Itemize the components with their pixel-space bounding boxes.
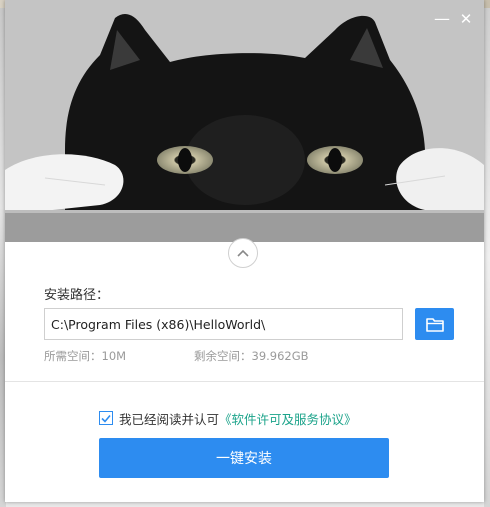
license-agreement-link[interactable]: 《软件许可及服务协议》	[219, 409, 357, 428]
divider	[5, 381, 484, 382]
one-click-install-button[interactable]: 一键安装	[99, 438, 389, 478]
minimize-icon: —	[434, 9, 450, 28]
minimize-button[interactable]: —	[432, 9, 452, 29]
agree-checkbox[interactable]	[99, 411, 113, 425]
chevron-up-icon	[237, 249, 249, 257]
folder-icon	[425, 317, 444, 332]
space-required-text: 所需空间：10M	[44, 349, 127, 363]
collapse-toggle-button[interactable]	[228, 238, 258, 268]
close-icon: ✕	[459, 10, 473, 28]
browse-folder-button[interactable]	[415, 308, 454, 340]
agreement-row: 我已经阅读并认可 《软件许可及服务协议》	[99, 409, 357, 427]
cat-banner-image	[5, 0, 484, 242]
space-free-text: 剩余空间：39.962GB	[194, 349, 309, 363]
desktop-background-right	[484, 8, 490, 507]
install-path-label: 安装路径：	[44, 288, 110, 303]
close-button[interactable]: ✕	[456, 9, 476, 29]
checkmark-icon	[101, 414, 111, 423]
agree-text: 我已经阅读并认可	[119, 411, 220, 427]
installer-window: — ✕ 安装路径： 所需空间：10M 剩余空间：39.962GB 我已经阅读并认…	[5, 0, 484, 502]
install-path-input[interactable]	[44, 308, 403, 340]
